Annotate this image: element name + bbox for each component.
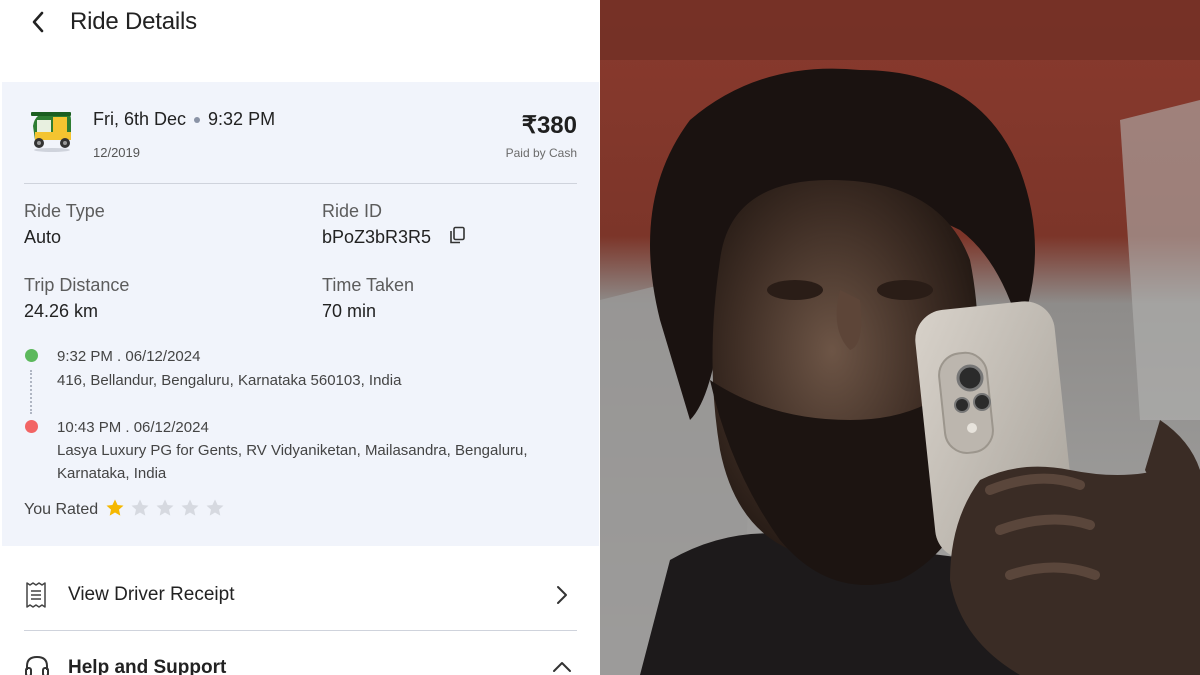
ride-datetime: Fri, 6th Dec 9:32 PM: [93, 109, 275, 130]
star-icon[interactable]: [130, 498, 150, 518]
trip-distance-value: 24.26 km: [24, 301, 99, 321]
photo-illustration: [600, 0, 1200, 675]
help-label: Help and Support: [68, 657, 227, 675]
drop-time: 10:43 PM . 06/12/2024: [57, 419, 209, 436]
time-taken-value: 70 min: [322, 301, 377, 321]
person-photo: [600, 0, 1200, 675]
receipt-label: View Driver Receipt: [68, 584, 235, 605]
star-icon[interactable]: [155, 498, 175, 518]
ride-date: Fri, 6th Dec: [93, 109, 187, 129]
app-header: Ride Details: [0, 0, 600, 60]
page-title: Ride Details: [70, 8, 197, 35]
star-icon[interactable]: [180, 498, 200, 518]
drop-address: Lasya Luxury PG for Gents, RV Vidyaniket…: [57, 442, 528, 482]
ride-id-label: Ride ID: [322, 201, 383, 221]
copy-icon[interactable]: [448, 226, 466, 244]
star-icon[interactable]: [205, 498, 225, 518]
chevron-right-icon: [557, 586, 567, 604]
chevron-up-icon: [553, 662, 571, 672]
auto-rickshaw-icon: [31, 112, 71, 152]
ride-details-screen: Ride Details Fri, 6th Dec 9:32 PM 12/201…: [0, 0, 600, 675]
pickup-time: 9:32 PM . 06/12/2024: [57, 348, 201, 365]
trip-distance-label: Trip Distance: [24, 275, 130, 295]
receipt-icon: [26, 582, 46, 608]
time-taken-label: Time Taken: [322, 275, 415, 295]
view-driver-receipt-button[interactable]: View Driver Receipt: [24, 570, 577, 622]
ride-type-value: Auto: [24, 227, 62, 247]
help-and-support-button[interactable]: Help and Support: [24, 648, 577, 675]
rating-label: You Rated: [24, 501, 99, 518]
ride-type-label: Ride Type: [24, 201, 105, 221]
pickup-address: 416, Bellandur, Bengaluru, Karnataka 560…: [57, 372, 402, 389]
star-rating: [105, 498, 225, 518]
ride-price: ₹380: [521, 112, 577, 139]
drop-dot-icon: [25, 420, 38, 433]
divider: [24, 630, 577, 631]
payment-method: Paid by Cash: [505, 146, 577, 160]
ride-time: 9:32 PM: [208, 109, 276, 129]
pickup-dot-icon: [25, 349, 38, 362]
divider: [24, 183, 577, 184]
separator-dot: [194, 116, 201, 123]
route-line: [30, 370, 32, 414]
headset-icon: [25, 655, 49, 675]
star-icon[interactable]: [105, 498, 125, 518]
back-button[interactable]: [22, 6, 54, 38]
ride-sub-date: 12/2019: [93, 145, 140, 160]
chevron-left-icon: [32, 11, 44, 33]
ride-id-value: bPoZ3bR3R5: [322, 227, 432, 247]
